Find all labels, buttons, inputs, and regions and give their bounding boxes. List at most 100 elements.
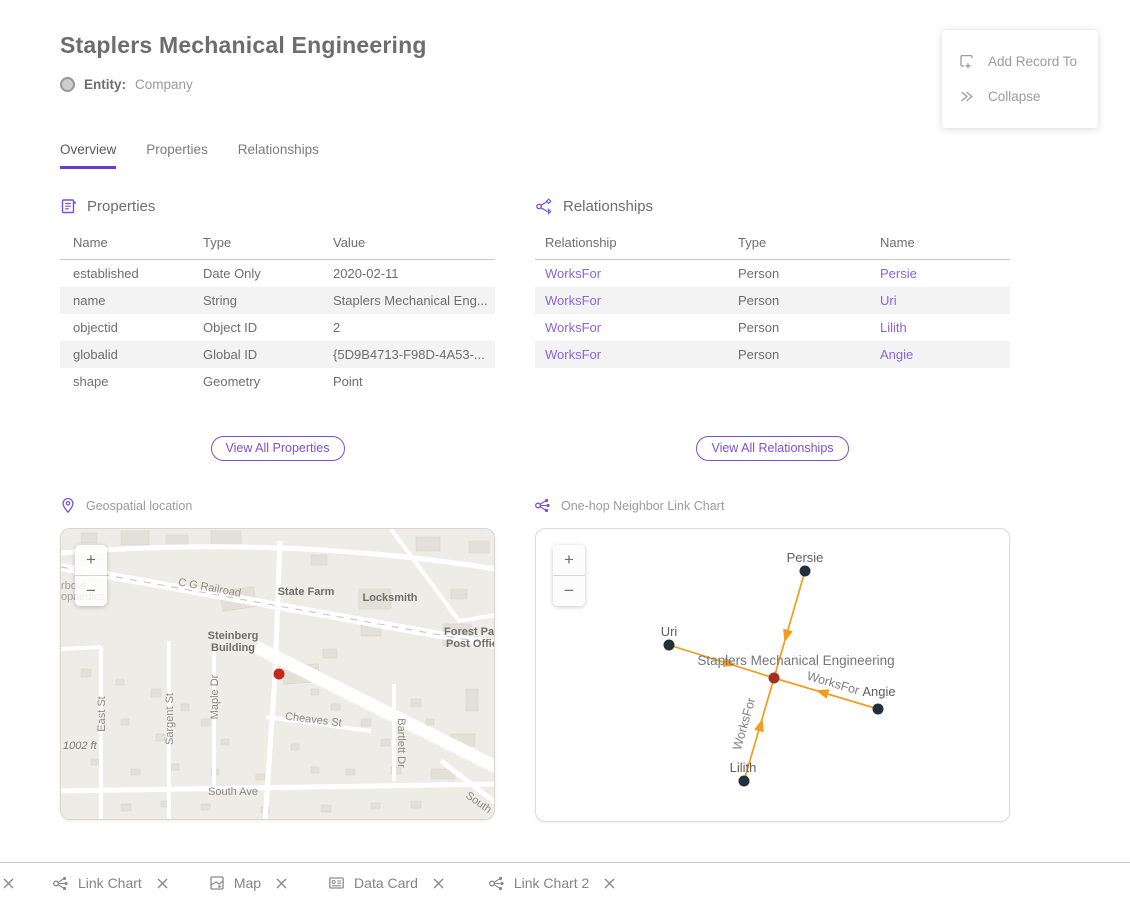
tab-overview[interactable]: Overview: [60, 142, 116, 169]
map-zoom-out-button[interactable]: −: [75, 576, 107, 606]
edge-labels: WorksFor WorksFor: [730, 669, 861, 752]
section-title: Properties: [87, 198, 155, 215]
prop-type: String: [190, 287, 320, 314]
one-hop-link-chart[interactable]: WorksFor WorksFor Persie Uri Angie Lilit…: [535, 528, 1010, 822]
prop-name: name: [60, 287, 190, 314]
svg-text:Bartlett Dr: Bartlett Dr: [395, 718, 407, 768]
column-header: Name: [60, 229, 190, 260]
menu-item-collapse[interactable]: Collapse: [942, 79, 1098, 114]
entity-link[interactable]: Uri: [880, 293, 897, 308]
page-title: Staplers Mechanical Engineering: [60, 32, 427, 59]
geospatial-map[interactable]: rbour opaedics C G Railroad State Farm L…: [60, 528, 495, 820]
relationships-section: Relationships Relationship Type Name Wor…: [535, 198, 1010, 368]
geospatial-title: Geospatial location: [86, 499, 192, 513]
partial-tab-close-icon[interactable]: [2, 877, 15, 890]
svg-text:Persie: Persie: [787, 550, 824, 565]
node-angie[interactable]: [873, 704, 884, 715]
prop-value: 2020-02-11: [320, 260, 495, 288]
table-row: WorksFor Person Angie: [535, 341, 1010, 368]
svg-text:Uri: Uri: [661, 624, 678, 639]
table-row: established Date Only 2020-02-11: [60, 260, 495, 288]
prop-value: {5D9B4713-F98D-4A53-...: [320, 341, 495, 368]
view-all-relationships-button[interactable]: View All Relationships: [696, 436, 848, 461]
relationships-table: Relationship Type Name WorksFor Person P…: [535, 229, 1010, 368]
rel-type: Person: [728, 260, 870, 288]
node-labels: Persie Uri Angie Lilith Staplers Mechani…: [661, 550, 896, 775]
prop-name: globalid: [60, 341, 190, 368]
bottom-tab-link-chart[interactable]: Link Chart: [51, 875, 169, 892]
chart-zoom-in-button[interactable]: +: [553, 545, 585, 575]
relationship-link[interactable]: WorksFor: [545, 347, 601, 362]
svg-text:Lilith: Lilith: [730, 760, 757, 775]
relationship-link[interactable]: WorksFor: [545, 293, 601, 308]
entity-link[interactable]: Lilith: [880, 320, 907, 335]
bottom-tab-label: Link Chart: [78, 875, 142, 891]
column-header: Type: [190, 229, 320, 260]
chart-zoom-out-button[interactable]: −: [553, 576, 585, 606]
svg-text:Angie: Angie: [862, 684, 895, 699]
map-icon: [209, 875, 225, 891]
relationships-icon: [535, 198, 553, 215]
properties-section: Properties Name Type Value established D…: [60, 198, 495, 395]
table-row: WorksFor Person Uri: [535, 287, 1010, 314]
context-menu: Add Record To Collapse: [942, 30, 1098, 128]
column-header: Value: [320, 229, 495, 260]
svg-text:Sargent St: Sargent St: [164, 693, 176, 745]
bottom-tab-map[interactable]: Map: [209, 875, 288, 891]
prop-value: Staplers Mechanical Eng...: [320, 287, 495, 314]
svg-text:Staplers Mechanical Engineerin: Staplers Mechanical Engineering: [697, 653, 894, 668]
relationship-link[interactable]: WorksFor: [545, 320, 601, 335]
bottom-tab-link-chart-2[interactable]: Link Chart 2: [487, 875, 616, 892]
link-chart-icon: [487, 875, 505, 892]
prop-name: objectid: [60, 314, 190, 341]
close-icon[interactable]: [432, 877, 445, 890]
chart-zoom-control: + −: [553, 545, 585, 606]
table-row: WorksFor Person Lilith: [535, 314, 1010, 341]
entity-row: Entity: Company: [60, 77, 193, 92]
link-chart-icon: [533, 497, 551, 514]
link-chart-icon: [51, 875, 69, 892]
close-icon[interactable]: [156, 877, 169, 890]
svg-text:Locksmith: Locksmith: [362, 592, 417, 604]
menu-item-label: Add Record To: [988, 54, 1077, 69]
chart-nodes: [664, 566, 884, 787]
map-zoom-in-button[interactable]: +: [75, 545, 107, 575]
svg-text:Maple Dr: Maple Dr: [209, 674, 221, 719]
bottom-tab-bar: Link Chart Map Data Card: [0, 862, 1130, 903]
svg-text:East St: East St: [96, 696, 108, 731]
table-row: objectid Object ID 2: [60, 314, 495, 341]
node-lilith[interactable]: [739, 776, 750, 787]
prop-value: 2: [320, 314, 495, 341]
rel-type: Person: [728, 341, 870, 368]
bottom-tab-label: Data Card: [354, 875, 418, 891]
node-persie[interactable]: [800, 566, 811, 577]
close-icon[interactable]: [603, 877, 616, 890]
prop-type: Object ID: [190, 314, 320, 341]
svg-text:State Farm: State Farm: [278, 586, 335, 598]
entity-link[interactable]: Angie: [880, 347, 913, 362]
table-row: globalid Global ID {5D9B4713-F98D-4A53-.…: [60, 341, 495, 368]
close-icon[interactable]: [275, 877, 288, 890]
node-center[interactable]: [769, 673, 780, 684]
relationship-link[interactable]: WorksFor: [545, 266, 601, 281]
view-all-properties-button[interactable]: View All Properties: [211, 436, 345, 461]
svg-text:Steinberg: Steinberg: [208, 630, 259, 642]
prop-name: shape: [60, 368, 190, 395]
tab-properties[interactable]: Properties: [146, 142, 208, 169]
bottom-tab-label: Link Chart 2: [514, 875, 589, 891]
tab-relationships[interactable]: Relationships: [238, 142, 319, 169]
entity-link[interactable]: Persie: [880, 266, 917, 281]
prop-type: Date Only: [190, 260, 320, 288]
svg-text:South Ave: South Ave: [208, 786, 258, 798]
link-chart-title: One-hop Neighbor Link Chart: [561, 499, 724, 513]
entity-value: Company: [135, 77, 193, 92]
properties-icon: [60, 198, 77, 215]
map-entity-marker[interactable]: [274, 669, 285, 680]
bottom-tab-data-card[interactable]: Data Card: [328, 875, 445, 891]
menu-item-add-record-to[interactable]: Add Record To: [942, 44, 1098, 79]
column-header: Type: [728, 229, 870, 260]
map-zoom-control: + −: [75, 545, 107, 606]
svg-text:Forest Par: Forest Par: [444, 626, 495, 638]
add-record-icon: [958, 53, 975, 70]
node-uri[interactable]: [664, 640, 675, 651]
